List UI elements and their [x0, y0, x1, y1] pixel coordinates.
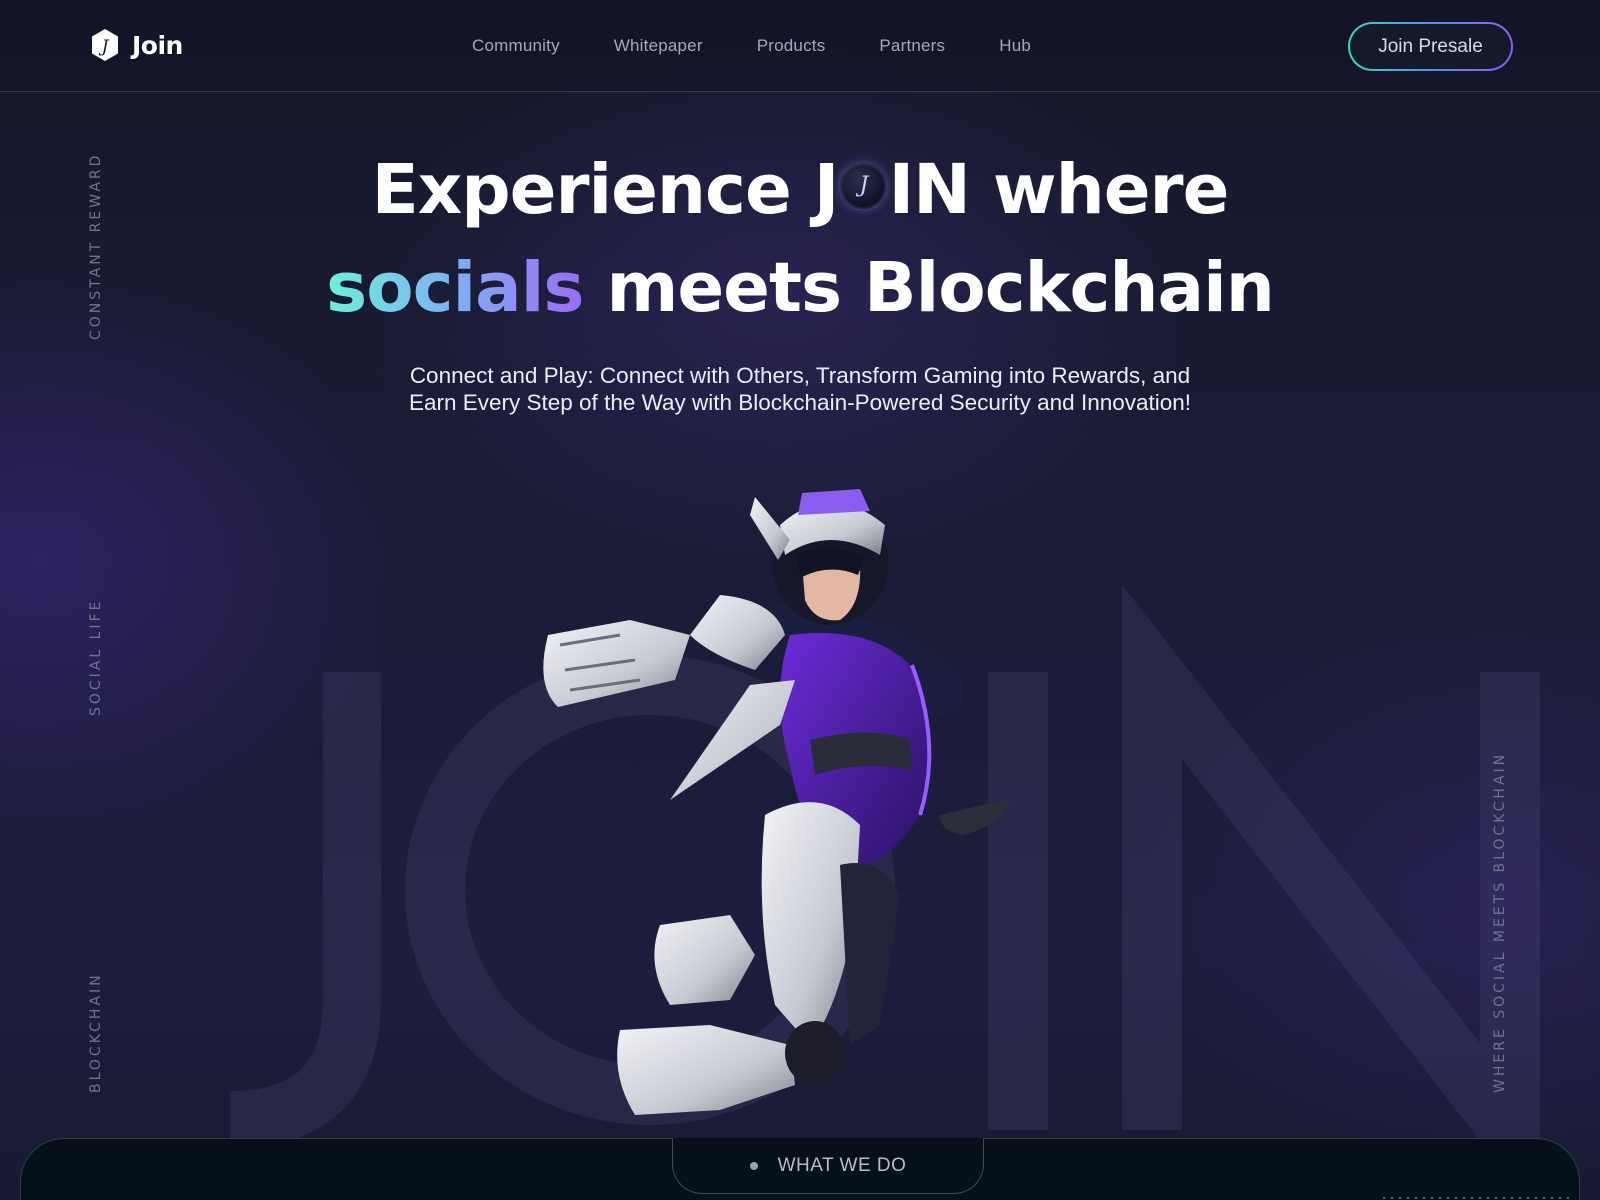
- what-we-do-tab: WHAT WE DO: [672, 1138, 984, 1194]
- main-nav: Community Whitepaper Products Partners H…: [472, 36, 1085, 56]
- brand-logo[interactable]: J Join: [90, 28, 183, 62]
- side-label-social-life: SOCIAL LIFE: [88, 598, 104, 716]
- nav-community[interactable]: Community: [472, 36, 560, 56]
- section-bullet-dot-icon: [749, 1161, 758, 1170]
- hero-headline-line1: Experience J J IN where: [0, 150, 1600, 230]
- nav-hub[interactable]: Hub: [999, 36, 1031, 56]
- side-label-social-meets-blockchain: WHERE SOCIAL MEETS BLOCKCHAIN: [1492, 751, 1508, 1093]
- headline-meets-blockchain-text: meets Blockchain: [583, 248, 1274, 328]
- nav-products[interactable]: Products: [757, 36, 826, 56]
- side-label-blockchain: BLOCKCHAIN: [88, 972, 104, 1093]
- headline-in-where-text: IN where: [888, 150, 1229, 230]
- cyber-girl-character-illustration: [543, 489, 1010, 1115]
- brand-name: Join: [132, 30, 183, 60]
- hero-headline-line2: socials meets Blockchain: [0, 248, 1600, 328]
- hero-subtitle: Connect and Play: Connect with Others, T…: [300, 362, 1300, 416]
- headline-experience-text: Experience J: [371, 150, 840, 230]
- headline-socials-highlight: socials: [326, 248, 584, 328]
- join-o-coin-icon: J: [840, 163, 887, 209]
- section-label: WHAT WE DO: [777, 1154, 907, 1176]
- hero-subtitle-line1: Connect and Play: Connect with Others, T…: [409, 363, 1191, 388]
- dotted-divider: [1380, 1197, 1570, 1199]
- nav-whitepaper[interactable]: Whitepaper: [614, 36, 703, 56]
- join-hexagon-logo-icon: J: [92, 29, 118, 61]
- top-navbar: J Join Community Whitepaper Products Par…: [0, 0, 1600, 92]
- join-presale-button[interactable]: Join Presale: [1348, 22, 1513, 71]
- nav-partners[interactable]: Partners: [879, 36, 945, 56]
- hero-subtitle-line2: Earn Every Step of the Way with Blockcha…: [408, 390, 1192, 415]
